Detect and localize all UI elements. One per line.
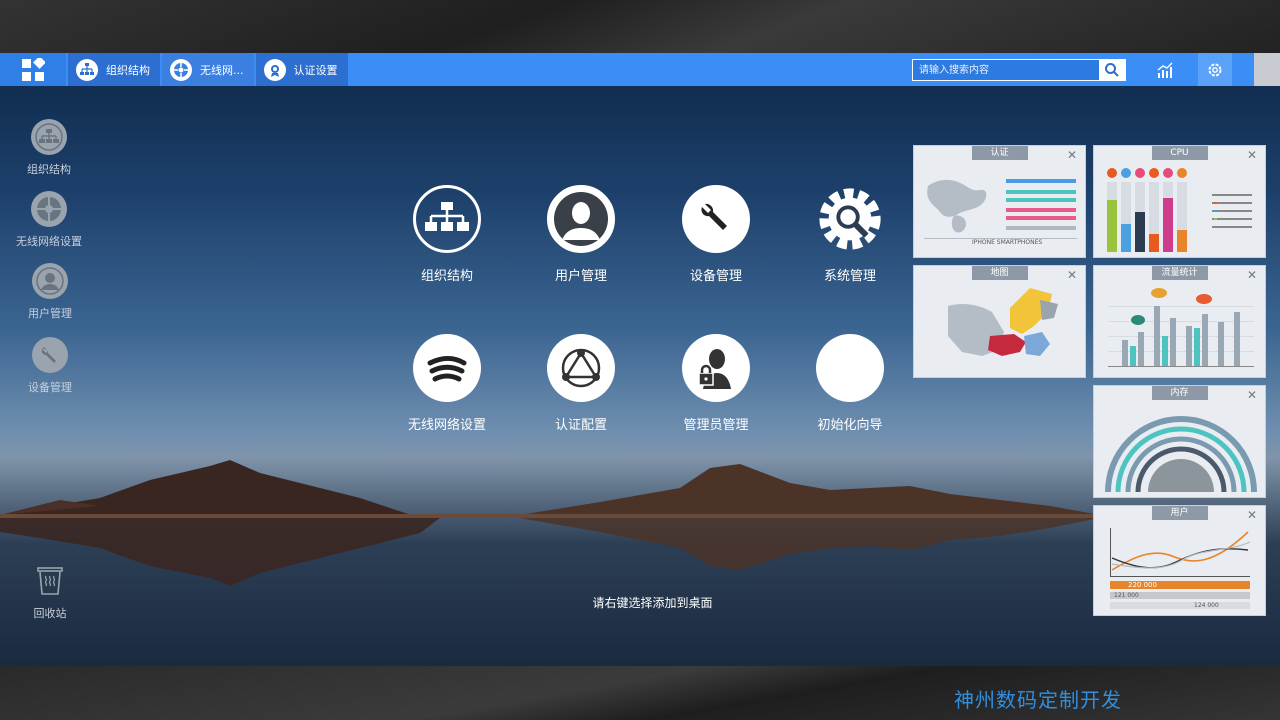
app-user-management[interactable]: 用户管理 — [521, 185, 641, 284]
users-line-chart — [1110, 528, 1251, 609]
app-system-management[interactable]: 系统管理 — [790, 185, 910, 284]
widget-title: 流量统计 — [1151, 266, 1208, 280]
close-icon[interactable]: ✕ — [1247, 148, 1257, 162]
taskbar-tab-label: 认证设置 — [293, 63, 338, 77]
settings-button[interactable] — [1198, 53, 1232, 86]
taskbar-tab-label: 组织结构 — [106, 63, 150, 77]
start-button[interactable] — [0, 53, 66, 86]
desktop[interactable]: 组织结构 无线网... 认证设置 请输入搜索内容 组织结构 无线网络设置 用户管… — [0, 53, 1280, 666]
app-label: 无线网络设置 — [407, 418, 486, 433]
app-label: 认证配置 — [554, 418, 607, 433]
widget-title: 内存 — [1151, 386, 1208, 400]
desktop-icon-recycle-bin[interactable]: 回收站 — [0, 563, 100, 621]
wrench-icon — [682, 185, 750, 253]
widget-footer: IPHONE SMARTPHONES — [972, 239, 1043, 246]
user-icon — [32, 263, 68, 299]
desktop-hint: 请右键选择添加到桌面 — [592, 596, 713, 610]
search-icon — [1105, 63, 1119, 77]
widget-users[interactable]: 用户 ✕ 220 000 121 000 124 000 — [1093, 505, 1266, 616]
users-row-value: 121 000 — [1114, 592, 1139, 599]
close-icon[interactable]: ✕ — [1247, 508, 1257, 522]
app-admin-management[interactable]: 管理员管理 — [656, 334, 776, 433]
wrench-icon — [32, 337, 68, 373]
compass-icon — [816, 334, 884, 402]
desktop-icon-label: 用户管理 — [28, 307, 72, 320]
app-device-management[interactable]: 设备管理 — [656, 185, 776, 284]
china-map-chart — [948, 288, 1058, 356]
brand-caption: 神州数码定制开发 — [954, 688, 1122, 712]
taskbar-tab-auth[interactable]: 认证设置 — [255, 53, 348, 86]
widget-cpu[interactable]: CPU ✕ — [1093, 145, 1266, 258]
taskbar: 组织结构 无线网... 认证设置 — [0, 53, 1280, 86]
user-icon — [547, 185, 615, 253]
app-label: 组织结构 — [420, 269, 473, 284]
app-label: 系统管理 — [823, 269, 876, 284]
search-box — [912, 59, 1126, 81]
corner-button[interactable] — [1254, 53, 1280, 86]
app-init-wizard[interactable]: 初始化向导 — [790, 334, 910, 433]
org-chart-icon — [76, 58, 98, 81]
cpu-bar-chart — [1107, 168, 1252, 252]
close-icon[interactable]: ✕ — [1247, 388, 1257, 402]
auth-badge-icon — [263, 58, 286, 81]
wireless-icon — [31, 191, 67, 227]
org-chart-icon — [31, 119, 67, 155]
network-icon — [547, 334, 615, 402]
taskbar-tab-wireless[interactable]: 无线网... — [162, 53, 254, 86]
desktop-icon-label: 无线网络设置 — [16, 235, 82, 248]
traffic-bar-chart — [1108, 288, 1254, 367]
widget-title: 认证 — [971, 146, 1028, 160]
close-icon[interactable]: ✕ — [1067, 268, 1077, 282]
app-label: 初始化向导 — [817, 418, 883, 433]
admin-lock-icon — [682, 334, 750, 402]
app-label: 管理员管理 — [683, 418, 749, 433]
desktop-icon-label: 组织结构 — [27, 163, 71, 176]
mountain-landscape — [0, 460, 1100, 586]
widget-title: CPU — [1151, 146, 1208, 160]
org-chart-icon — [413, 185, 481, 253]
users-row-value: 124 000 — [1194, 602, 1219, 609]
apps-grid-icon — [22, 57, 45, 81]
app-wireless-settings[interactable]: 无线网络设置 — [387, 334, 507, 433]
app-label: 用户管理 — [554, 269, 607, 284]
close-icon[interactable]: ✕ — [1067, 148, 1077, 162]
wireless-icon — [413, 334, 481, 402]
desktop-icon-wireless[interactable]: 无线网络设置 — [0, 191, 99, 249]
desktop-icon-device[interactable]: 设备管理 — [0, 337, 100, 395]
app-auth-config[interactable]: 认证配置 — [521, 334, 641, 433]
gear-icon — [1208, 63, 1222, 76]
desktop-icon-label: 设备管理 — [28, 381, 72, 394]
users-row-value: 220 000 — [1128, 581, 1157, 589]
widget-title: 用户 — [1151, 506, 1208, 520]
chart-icon — [1157, 62, 1173, 78]
search-button[interactable] — [1099, 60, 1125, 80]
widget-title: 地图 — [971, 266, 1028, 280]
search-input[interactable] — [913, 60, 1099, 80]
widget-map[interactable]: 地图 ✕ — [913, 265, 1086, 378]
taskbar-tab-org[interactable]: 组织结构 — [68, 53, 160, 86]
app-org-structure[interactable]: 组织结构 — [387, 185, 507, 284]
desktop-icon-org[interactable]: 组织结构 — [0, 119, 99, 177]
wireless-icon — [170, 58, 192, 81]
outer-frame-top — [0, 0, 1280, 53]
widget-memory[interactable]: 内存 ✕ — [1093, 385, 1266, 498]
desktop-icon-user[interactable]: 用户管理 — [0, 263, 100, 321]
memory-gauge-chart — [1105, 416, 1257, 493]
widget-traffic[interactable]: 流量统计 ✕ — [1093, 265, 1266, 378]
gear-icon — [816, 185, 884, 253]
close-icon[interactable]: ✕ — [1247, 268, 1257, 282]
app-label: 设备管理 — [689, 269, 742, 284]
widget-auth[interactable]: 认证 ✕ IPHONE SMARTPHONES — [913, 145, 1086, 258]
statistics-button[interactable] — [1150, 53, 1180, 86]
taskbar-tab-label: 无线网... — [200, 63, 244, 77]
